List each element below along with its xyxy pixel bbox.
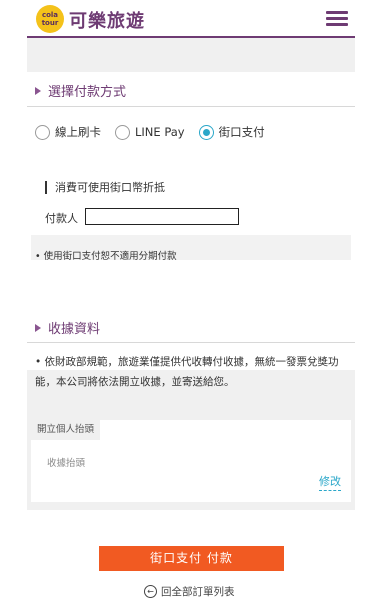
receipt-regulation-text: • 依財政部規範，旅遊業僅提供代收轉付收據，無統一發票兌獎功能，本公司將依法開立… [35, 356, 339, 388]
radio-button[interactable] [115, 124, 130, 140]
hamburger-menu-icon[interactable] [326, 11, 348, 27]
receipt-type-tab: 開立個人抬頭 [31, 420, 101, 440]
payment-method-options: 線上刷卡 LINE Pay 街口支付 [35, 123, 279, 141]
colatour-logo[interactable]: cola tour [36, 5, 64, 33]
jkopay-coin-title: 消費可使用街口幣折抵 [45, 181, 165, 194]
jkopay-panel-inner: 消費可使用街口幣折抵 付款人 [31, 155, 351, 235]
brand-name[interactable]: 可樂旅遊 [69, 7, 145, 33]
radio-line-pay-label: LINE Pay [135, 125, 185, 139]
radio-button[interactable] [35, 124, 50, 140]
logo-text-line2: tour [41, 19, 59, 27]
receipt-section-title-text: 收據資料 [48, 322, 101, 337]
radio-credit-card-label: 線上刷卡 [55, 125, 101, 139]
back-to-orders-label: 回全部訂單列表 [161, 586, 235, 598]
installment-note: • 使用街口支付恕不適用分期付款 [35, 251, 177, 262]
payment-section-title: 選擇付款方式 [35, 81, 126, 100]
back-arrow-circle-icon: ← [144, 585, 157, 598]
radio-jkopay-label: 街口支付 [218, 125, 265, 139]
edit-receipt-link[interactable]: 修改 [319, 473, 341, 491]
payment-section-title-text: 選擇付款方式 [48, 85, 127, 100]
receipt-title-hint: 收據抬頭 [47, 458, 86, 469]
payer-input[interactable] [85, 208, 239, 225]
section-divider [27, 342, 355, 343]
radio-credit-card[interactable]: 線上刷卡 [35, 124, 101, 140]
radio-button-selected[interactable] [198, 124, 214, 140]
jkopay-panel: 消費可使用街口幣折抵 付款人 [31, 155, 351, 260]
logo-text-line1: cola [41, 11, 59, 19]
jkopay-pay-button[interactable]: 街口支付 付款 [99, 546, 284, 571]
triangle-bullet-icon [35, 324, 41, 332]
radio-jkopay[interactable]: 街口支付 [198, 124, 265, 140]
receipt-info-box: 開立個人抬頭 收據抬頭 修改 [31, 420, 351, 502]
section-divider [27, 106, 355, 107]
triangle-bullet-icon [35, 87, 41, 95]
back-to-orders-link[interactable]: ← 回全部訂單列表 [144, 584, 235, 599]
receipt-section-title: 收據資料 [35, 318, 100, 337]
radio-line-pay[interactable]: LINE Pay [115, 124, 185, 140]
top-header: cola tour 可樂旅遊 [27, 0, 355, 38]
checkout-page: cola tour 可樂旅遊 選擇付款方式 線上刷卡 LINE Pay 街口支付… [27, 0, 355, 604]
payer-label: 付款人 [45, 212, 78, 225]
